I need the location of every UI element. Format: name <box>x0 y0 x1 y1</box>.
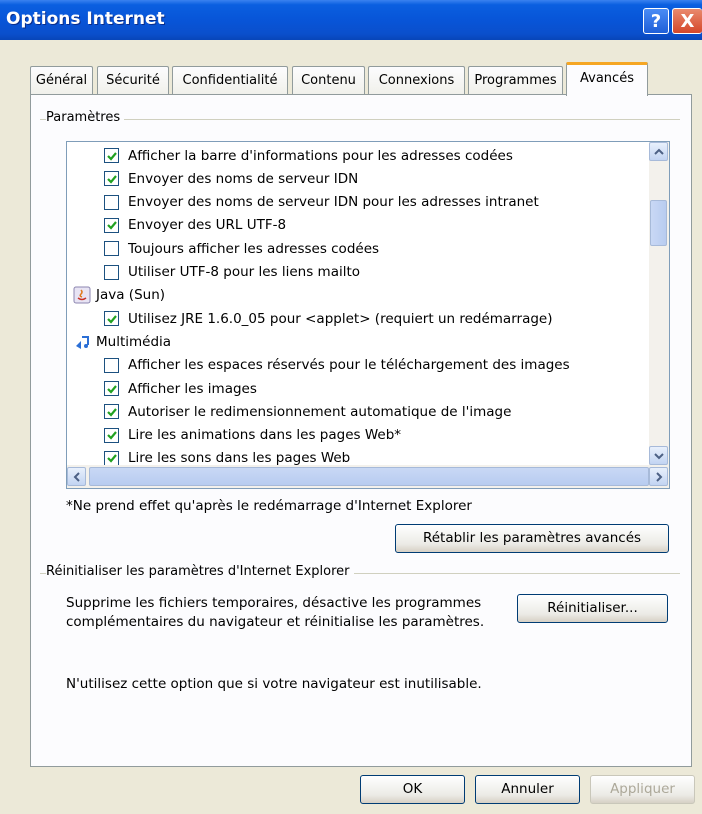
checkbox-unchecked[interactable] <box>104 357 119 373</box>
horizontal-scrollbar[interactable] <box>67 465 669 488</box>
tab-programmes[interactable]: Programmes <box>468 66 563 95</box>
setting-label: Envoyer des noms de serveur IDN pour les… <box>128 194 539 211</box>
close-button[interactable]: X <box>672 8 702 34</box>
chevron-up-icon <box>653 148 664 155</box>
checkmark-icon <box>106 221 117 231</box>
cancel-button[interactable]: Annuler <box>475 775 580 804</box>
reset-description-line2: complémentaires du navigateur et réiniti… <box>66 614 485 630</box>
restart-note: *Ne prend effet qu'après le redémarrage … <box>66 498 472 514</box>
settings-group-line <box>40 119 680 120</box>
scroll-down-button[interactable] <box>649 446 668 465</box>
checkmark-icon <box>106 151 117 161</box>
setting-label: Toujours afficher les adresses codées <box>128 240 380 257</box>
scroll-right-button[interactable] <box>649 467 668 486</box>
checkbox-checked[interactable] <box>104 427 119 443</box>
restore-advanced-settings-button[interactable]: Rétablir les paramètres avancés <box>395 524 669 553</box>
chevron-down-icon <box>653 452 664 459</box>
checkmark-icon <box>106 454 117 464</box>
setting-label: Afficher les images <box>128 380 257 397</box>
checkbox-checked[interactable] <box>104 148 119 163</box>
checkbox-checked[interactable] <box>104 404 119 420</box>
setting-label: Envoyer des URL UTF-8 <box>128 217 287 234</box>
reset-group-label: Réinitialiser les paramètres d'Internet … <box>46 564 354 579</box>
setting-label: Lire les sons dans les pages Web <box>128 450 351 467</box>
checkbox-checked[interactable] <box>104 450 119 466</box>
checkbox-unchecked[interactable] <box>104 194 119 210</box>
window-title: Options Internet <box>6 9 165 29</box>
horizontal-scroll-thumb[interactable] <box>89 467 649 486</box>
setting-label: Afficher les espaces réservés pour le té… <box>128 357 570 374</box>
reset-button[interactable]: Réinitialiser... <box>517 594 668 623</box>
setting-label: Lire les animations dans les pages Web* <box>128 427 402 444</box>
setting-checkbox-row[interactable]: Afficher les images <box>104 377 257 400</box>
setting-checkbox-row[interactable]: Envoyer des noms de serveur IDN pour les… <box>104 191 539 214</box>
tab-contenu[interactable]: Contenu <box>292 66 365 95</box>
setting-label: Autoriser le redimensionnement automatiq… <box>128 403 512 420</box>
setting-checkbox-row[interactable]: Envoyer des noms de serveur IDN <box>104 167 358 190</box>
chevron-left-icon <box>73 471 80 482</box>
setting-checkbox-row[interactable]: Utilisez JRE 1.6.0_05 pour <applet> (req… <box>104 307 552 330</box>
setting-checkbox-row[interactable]: Utiliser UTF-8 pour les liens mailto <box>104 261 360 284</box>
setting-checkbox-row[interactable]: Lire les animations dans les pages Web* <box>104 424 401 447</box>
vertical-scrollbar[interactable] <box>649 142 669 466</box>
setting-label: Envoyer des noms de serveur IDN <box>128 170 359 187</box>
settings-listbox[interactable]: Afficher la barre d'informations pour le… <box>66 141 670 489</box>
setting-checkbox-row[interactable]: Autoriser le redimensionnement automatiq… <box>104 400 511 423</box>
checkbox-checked[interactable] <box>104 311 119 327</box>
setting-label: Java (Sun) <box>96 287 166 304</box>
scroll-up-button[interactable] <box>649 142 668 161</box>
checkmark-icon <box>106 408 117 417</box>
setting-label: Afficher la barre d'informations pour le… <box>128 147 513 164</box>
tab-connexions[interactable]: Connexions <box>368 66 465 95</box>
setting-checkbox-row[interactable]: Afficher les espaces réservés pour le té… <box>104 354 570 377</box>
setting-category-row: Java (Sun) <box>73 284 165 307</box>
java-icon <box>73 286 91 304</box>
chevron-right-icon <box>655 471 662 482</box>
tab-securite[interactable]: Sécurité <box>97 66 169 95</box>
checkbox-checked[interactable] <box>104 381 119 396</box>
setting-label: Multimédia <box>96 333 172 350</box>
tab-avances[interactable]: Avancés <box>566 62 648 96</box>
checkbox-unchecked[interactable] <box>104 241 119 257</box>
tab-general[interactable]: Général <box>30 66 93 95</box>
vertical-scroll-thumb[interactable] <box>650 200 667 246</box>
reset-warning: N'utilisez cette option que si votre nav… <box>66 676 482 692</box>
checkbox-checked[interactable] <box>104 217 119 233</box>
tab-strip: Général Sécurité Confidentialité Contenu… <box>0 62 702 96</box>
help-button[interactable]: ? <box>643 8 669 34</box>
tab-confidentialite[interactable]: Confidentialité <box>172 66 288 95</box>
scroll-left-button[interactable] <box>67 467 86 486</box>
settings-group-label: Paramètres <box>46 110 125 125</box>
apply-button[interactable]: Appliquer <box>590 775 695 804</box>
checkmark-icon <box>106 175 117 184</box>
checkmark-icon <box>106 431 117 440</box>
multimedia-icon <box>73 333 91 351</box>
title-bar: Options Internet ? X <box>0 0 702 40</box>
checkmark-icon <box>106 314 117 324</box>
setting-category-row: Multimédia <box>73 330 171 353</box>
setting-checkbox-row[interactable]: Envoyer des URL UTF-8 <box>104 214 286 237</box>
setting-checkbox-row[interactable]: Afficher la barre d'informations pour le… <box>104 144 513 167</box>
setting-label: Utilisez JRE 1.6.0_05 pour <applet> (req… <box>128 310 553 327</box>
checkmark-icon <box>106 384 117 394</box>
setting-label: Utiliser UTF-8 pour les liens mailto <box>128 264 361 280</box>
ok-button[interactable]: OK <box>360 775 465 804</box>
setting-checkbox-row[interactable]: Toujours afficher les adresses codées <box>104 237 379 260</box>
checkbox-checked[interactable] <box>104 171 119 187</box>
reset-description-line1: Supprime les fichiers temporaires, désac… <box>66 595 482 611</box>
checkbox-unchecked[interactable] <box>104 264 119 280</box>
